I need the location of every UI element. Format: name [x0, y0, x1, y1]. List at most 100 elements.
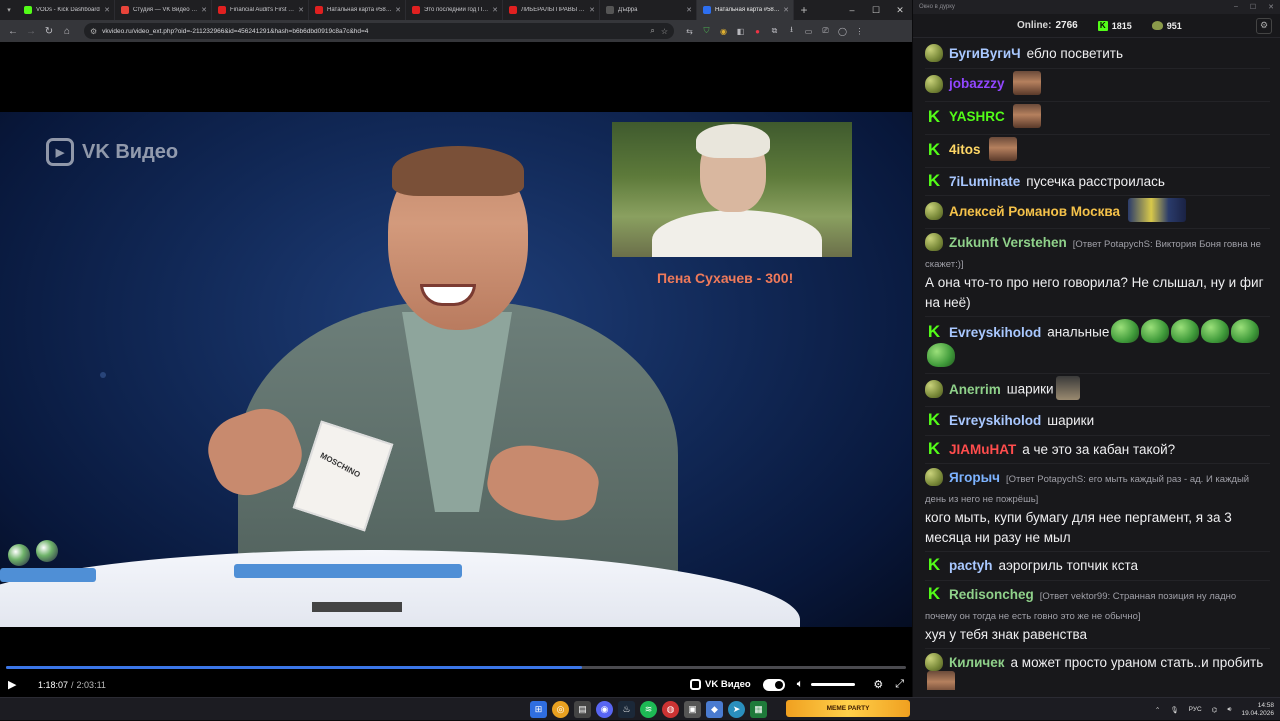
discord-icon[interactable]: ◉	[596, 701, 613, 718]
forward-icon[interactable]: →	[22, 22, 40, 40]
browser-tab[interactable]: Financial Audit's First F… ✕	[212, 0, 309, 20]
tab-close-icon[interactable]: ✕	[686, 6, 692, 14]
bookmark-star-icon[interactable]: ☆	[661, 27, 668, 36]
file-explorer-icon[interactable]: ▤	[574, 701, 591, 718]
sound-icon[interactable]: 🔊︎	[1227, 706, 1231, 714]
extension-icon[interactable]: ⇆	[682, 24, 697, 39]
telegram-icon[interactable]: ➤	[728, 701, 745, 718]
excel-icon[interactable]: ▦	[750, 701, 767, 718]
app-icon[interactable]: ◆	[706, 701, 723, 718]
extension-icon[interactable]: ●	[750, 24, 765, 39]
progress-bar[interactable]	[6, 666, 906, 669]
browser-tab[interactable]: ЛИБЕРАЛЫ ПРАВЫ В… ✕	[503, 0, 600, 20]
steam-icon[interactable]: ♨	[618, 701, 635, 718]
url-text[interactable]: vkvideo.ru/video_ext.php?oid=-211232966&…	[102, 28, 644, 35]
volume-icon[interactable]: 🔈︎	[797, 678, 804, 691]
tab-close-icon[interactable]: ✕	[395, 6, 401, 14]
browser-tab[interactable]: Это последний год Пу… ✕	[406, 0, 503, 20]
video-player[interactable]: ▶ VK Видео MOSCHINO Пена Сухачев - 300! …	[0, 42, 912, 697]
extension-icon[interactable]: ◉	[716, 24, 731, 39]
vk-video-watermark: ▶ VK Видео	[46, 138, 178, 166]
chat-username[interactable]: YASHRC	[949, 109, 1005, 124]
maximize-icon[interactable]: ☐	[864, 0, 888, 20]
chat-username[interactable]: Evreyskiholod	[949, 325, 1041, 340]
tray-chevron-icon[interactable]: ⌃	[1155, 706, 1160, 714]
tab-close-icon[interactable]: ✕	[492, 6, 498, 14]
chat-emote-icon	[1012, 70, 1041, 95]
maximize-icon[interactable]: ☐	[1250, 3, 1256, 11]
chat-username[interactable]: БугиВугиЧ	[949, 46, 1021, 61]
tab-close-icon[interactable]: ✕	[201, 6, 207, 14]
minimize-icon[interactable]: –	[1234, 3, 1238, 11]
tab-search-icon[interactable]: ▾	[0, 0, 18, 20]
chat-username[interactable]: Киличек	[949, 655, 1005, 670]
extension-icon[interactable]: ◧	[733, 24, 748, 39]
microphone-icon[interactable]: 🎙︎	[1170, 706, 1178, 714]
chat-username[interactable]: Ягорыч	[949, 470, 1000, 485]
chat-username[interactable]: jobazzzy	[949, 76, 1005, 91]
play-icon[interactable]: ▶	[8, 678, 26, 691]
site-info-icon[interactable]: ⚙	[90, 27, 97, 36]
chat-username[interactable]: Anerrim	[949, 382, 1001, 397]
spotify-icon[interactable]: ≋	[640, 701, 657, 718]
tab-close-icon[interactable]: ✕	[104, 6, 110, 14]
home-icon[interactable]: ⌂	[58, 22, 76, 40]
stage-light	[100, 372, 106, 378]
volume-slider[interactable]	[811, 683, 856, 686]
chat-titlebar: Окно в дурку – ☐ ✕	[913, 0, 1280, 14]
extension-icon[interactable]: ⛉	[699, 24, 714, 39]
clock[interactable]: 14:58 19.04.2026	[1241, 702, 1274, 718]
minimize-icon[interactable]: –	[840, 0, 864, 20]
cast-icon[interactable]: ⎚	[818, 24, 833, 39]
browser-tab[interactable]: Натальная карта #58 … ✕	[697, 0, 794, 20]
chat-username[interactable]: 7iLuminate	[949, 174, 1020, 189]
chat-message: Redisoncheg[Ответ vektor99: Странная поз…	[925, 581, 1270, 649]
extensions-puzzle-icon[interactable]: ⧉	[767, 24, 782, 39]
chat-settings-gear-icon[interactable]: ⚙	[1256, 17, 1272, 34]
reload-icon[interactable]: ↻	[40, 22, 58, 40]
meme-party-banner[interactable]: MEME PARTY	[786, 700, 910, 717]
glass-ball	[36, 540, 58, 562]
chat-username[interactable]: Zukunft Verstehen	[949, 235, 1067, 250]
close-window-icon[interactable]: ✕	[888, 0, 912, 20]
new-tab-button[interactable]: +	[794, 0, 814, 20]
windows-start-icon[interactable]: ⊞	[530, 701, 547, 718]
system-tray: ⌃ 🎙︎ РУС ⌬ 🔊︎ 14:58 19.04.2026	[1155, 698, 1274, 721]
back-icon[interactable]: ←	[4, 22, 22, 40]
keyboard-language[interactable]: РУС	[1189, 706, 1202, 713]
address-bar[interactable]: ⚙ vkvideo.ru/video_ext.php?oid=-21123296…	[84, 23, 674, 39]
close-window-icon[interactable]: ✕	[1268, 3, 1274, 11]
obs-icon[interactable]: ◍	[662, 701, 679, 718]
tab-close-icon[interactable]: ✕	[783, 6, 789, 14]
menu-icon[interactable]: ⋮	[852, 24, 867, 39]
tab-close-icon[interactable]: ✕	[298, 6, 304, 14]
chat-username[interactable]: Evreyskiholod	[949, 413, 1041, 428]
chat-username[interactable]: JIAMuHAT	[949, 442, 1016, 457]
network-icon[interactable]: ⌬	[1212, 706, 1218, 714]
browser-tab[interactable]: Дъфра ✕	[600, 0, 697, 20]
chat-username[interactable]: 4itos	[949, 142, 981, 157]
settings-gear-icon[interactable]: ⚙	[873, 678, 883, 691]
chat-username[interactable]: Алексей Романов Москва	[949, 204, 1120, 219]
vk-logo-icon	[690, 679, 702, 690]
tab-close-icon[interactable]: ✕	[589, 6, 595, 14]
autoplay-toggle[interactable]	[762, 678, 785, 691]
download-icon[interactable]: ⭳	[784, 24, 799, 39]
kick-badge-icon	[925, 141, 943, 159]
fullscreen-icon[interactable]: ⤢	[895, 678, 904, 691]
browser-tab[interactable]: Студия — VK Видео Li… ✕	[115, 0, 212, 20]
app-icon[interactable]: ▣	[684, 701, 701, 718]
browser-tab[interactable]: Натальная карта #58 … ✕	[309, 0, 406, 20]
sidebar-icon[interactable]: ▭	[801, 24, 816, 39]
profile-icon[interactable]: ◯	[835, 24, 850, 39]
chrome-icon[interactable]: ◎	[552, 701, 569, 718]
vk-play-logo-icon: ▶	[46, 138, 74, 166]
browser-tab[interactable]: VODs - Kick Dashboard ✕	[18, 0, 115, 20]
chat-message-text: анальные	[1047, 324, 1110, 340]
vk-video-brand-button[interactable]: VK Видео	[690, 679, 751, 690]
zoom-icon[interactable]: ⌕	[650, 26, 654, 36]
chat-username[interactable]: pactyh	[949, 558, 993, 573]
chat-emote-icon	[927, 670, 955, 690]
table-pad	[234, 564, 462, 578]
chat-username[interactable]: Redisoncheg	[949, 587, 1034, 602]
